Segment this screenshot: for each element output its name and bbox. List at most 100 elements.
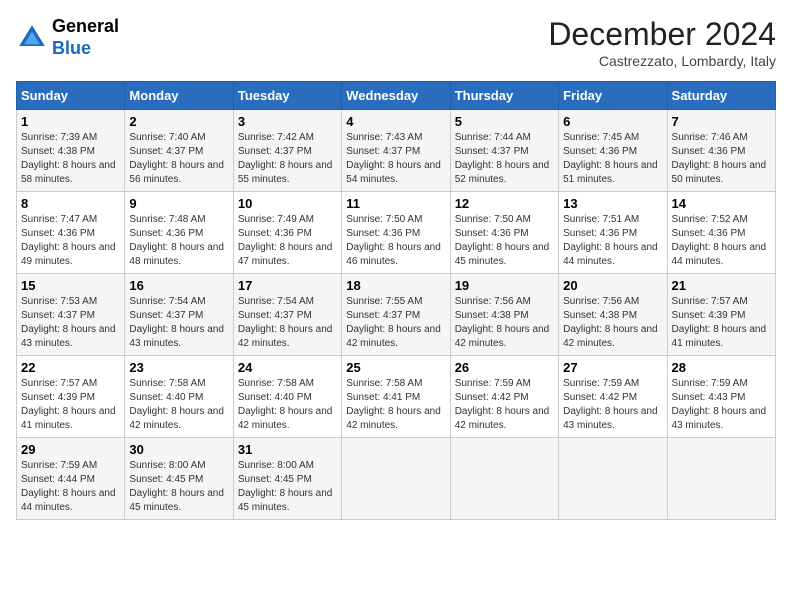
day-number: 2 [129, 114, 228, 129]
table-row: 19 Sunrise: 7:56 AM Sunset: 4:38 PM Dayl… [450, 274, 558, 356]
day-number: 19 [455, 278, 554, 293]
table-row [450, 438, 558, 520]
table-row: 20 Sunrise: 7:56 AM Sunset: 4:38 PM Dayl… [559, 274, 667, 356]
logo-icon [16, 22, 48, 54]
table-row: 30 Sunrise: 8:00 AM Sunset: 4:45 PM Dayl… [125, 438, 233, 520]
day-number: 6 [563, 114, 662, 129]
title-block: December 2024 Castrezzato, Lombardy, Ita… [548, 16, 776, 69]
day-number: 9 [129, 196, 228, 211]
day-number: 23 [129, 360, 228, 375]
table-row: 6 Sunrise: 7:45 AM Sunset: 4:36 PM Dayli… [559, 110, 667, 192]
day-info: Sunrise: 7:54 AM Sunset: 4:37 PM Dayligh… [238, 295, 337, 351]
day-number: 14 [672, 196, 771, 211]
day-number: 5 [455, 114, 554, 129]
day-info: Sunrise: 7:58 AM Sunset: 4:41 PM Dayligh… [346, 377, 445, 433]
day-number: 10 [238, 196, 337, 211]
day-number: 3 [238, 114, 337, 129]
table-row: 16 Sunrise: 7:54 AM Sunset: 4:37 PM Dayl… [125, 274, 233, 356]
table-row: 3 Sunrise: 7:42 AM Sunset: 4:37 PM Dayli… [233, 110, 341, 192]
table-row: 4 Sunrise: 7:43 AM Sunset: 4:37 PM Dayli… [342, 110, 450, 192]
column-header-tuesday: Tuesday [233, 82, 341, 110]
day-number: 21 [672, 278, 771, 293]
day-number: 8 [21, 196, 120, 211]
table-row: 15 Sunrise: 7:53 AM Sunset: 4:37 PM Dayl… [17, 274, 125, 356]
day-info: Sunrise: 7:56 AM Sunset: 4:38 PM Dayligh… [455, 295, 554, 351]
day-info: Sunrise: 7:45 AM Sunset: 4:36 PM Dayligh… [563, 131, 662, 187]
column-header-wednesday: Wednesday [342, 82, 450, 110]
table-row [667, 438, 775, 520]
table-row [559, 438, 667, 520]
table-row: 22 Sunrise: 7:57 AM Sunset: 4:39 PM Dayl… [17, 356, 125, 438]
table-row: 12 Sunrise: 7:50 AM Sunset: 4:36 PM Dayl… [450, 192, 558, 274]
day-info: Sunrise: 7:44 AM Sunset: 4:37 PM Dayligh… [455, 131, 554, 187]
day-number: 17 [238, 278, 337, 293]
day-number: 28 [672, 360, 771, 375]
day-number: 24 [238, 360, 337, 375]
day-number: 12 [455, 196, 554, 211]
day-info: Sunrise: 7:40 AM Sunset: 4:37 PM Dayligh… [129, 131, 228, 187]
table-row: 24 Sunrise: 7:58 AM Sunset: 4:40 PM Dayl… [233, 356, 341, 438]
day-info: Sunrise: 8:00 AM Sunset: 4:45 PM Dayligh… [238, 459, 337, 515]
day-info: Sunrise: 7:48 AM Sunset: 4:36 PM Dayligh… [129, 213, 228, 269]
day-info: Sunrise: 7:42 AM Sunset: 4:37 PM Dayligh… [238, 131, 337, 187]
table-row: 23 Sunrise: 7:58 AM Sunset: 4:40 PM Dayl… [125, 356, 233, 438]
column-header-monday: Monday [125, 82, 233, 110]
day-info: Sunrise: 7:51 AM Sunset: 4:36 PM Dayligh… [563, 213, 662, 269]
table-row: 14 Sunrise: 7:52 AM Sunset: 4:36 PM Dayl… [667, 192, 775, 274]
day-info: Sunrise: 7:47 AM Sunset: 4:36 PM Dayligh… [21, 213, 120, 269]
table-row: 2 Sunrise: 7:40 AM Sunset: 4:37 PM Dayli… [125, 110, 233, 192]
day-info: Sunrise: 7:55 AM Sunset: 4:37 PM Dayligh… [346, 295, 445, 351]
day-number: 30 [129, 442, 228, 457]
day-info: Sunrise: 7:56 AM Sunset: 4:38 PM Dayligh… [563, 295, 662, 351]
column-header-friday: Friday [559, 82, 667, 110]
day-info: Sunrise: 7:39 AM Sunset: 4:38 PM Dayligh… [21, 131, 120, 187]
table-row: 21 Sunrise: 7:57 AM Sunset: 4:39 PM Dayl… [667, 274, 775, 356]
table-row: 26 Sunrise: 7:59 AM Sunset: 4:42 PM Dayl… [450, 356, 558, 438]
day-number: 4 [346, 114, 445, 129]
table-row: 29 Sunrise: 7:59 AM Sunset: 4:44 PM Dayl… [17, 438, 125, 520]
day-number: 11 [346, 196, 445, 211]
month-title: December 2024 [548, 16, 776, 53]
day-info: Sunrise: 7:54 AM Sunset: 4:37 PM Dayligh… [129, 295, 228, 351]
day-number: 18 [346, 278, 445, 293]
day-number: 25 [346, 360, 445, 375]
table-row: 25 Sunrise: 7:58 AM Sunset: 4:41 PM Dayl… [342, 356, 450, 438]
day-number: 15 [21, 278, 120, 293]
table-row: 1 Sunrise: 7:39 AM Sunset: 4:38 PM Dayli… [17, 110, 125, 192]
day-info: Sunrise: 7:58 AM Sunset: 4:40 PM Dayligh… [238, 377, 337, 433]
day-info: Sunrise: 8:00 AM Sunset: 4:45 PM Dayligh… [129, 459, 228, 515]
table-row: 10 Sunrise: 7:49 AM Sunset: 4:36 PM Dayl… [233, 192, 341, 274]
column-header-thursday: Thursday [450, 82, 558, 110]
day-number: 31 [238, 442, 337, 457]
table-row: 17 Sunrise: 7:54 AM Sunset: 4:37 PM Dayl… [233, 274, 341, 356]
day-info: Sunrise: 7:59 AM Sunset: 4:44 PM Dayligh… [21, 459, 120, 515]
table-row: 31 Sunrise: 8:00 AM Sunset: 4:45 PM Dayl… [233, 438, 341, 520]
day-number: 13 [563, 196, 662, 211]
column-header-sunday: Sunday [17, 82, 125, 110]
day-info: Sunrise: 7:59 AM Sunset: 4:43 PM Dayligh… [672, 377, 771, 433]
day-info: Sunrise: 7:49 AM Sunset: 4:36 PM Dayligh… [238, 213, 337, 269]
day-number: 7 [672, 114, 771, 129]
day-info: Sunrise: 7:52 AM Sunset: 4:36 PM Dayligh… [672, 213, 771, 269]
day-info: Sunrise: 7:59 AM Sunset: 4:42 PM Dayligh… [563, 377, 662, 433]
day-number: 16 [129, 278, 228, 293]
logo: General Blue [16, 16, 119, 59]
table-row: 11 Sunrise: 7:50 AM Sunset: 4:36 PM Dayl… [342, 192, 450, 274]
day-number: 20 [563, 278, 662, 293]
day-info: Sunrise: 7:46 AM Sunset: 4:36 PM Dayligh… [672, 131, 771, 187]
table-row: 8 Sunrise: 7:47 AM Sunset: 4:36 PM Dayli… [17, 192, 125, 274]
day-info: Sunrise: 7:58 AM Sunset: 4:40 PM Dayligh… [129, 377, 228, 433]
day-number: 29 [21, 442, 120, 457]
day-info: Sunrise: 7:53 AM Sunset: 4:37 PM Dayligh… [21, 295, 120, 351]
column-header-saturday: Saturday [667, 82, 775, 110]
table-row: 18 Sunrise: 7:55 AM Sunset: 4:37 PM Dayl… [342, 274, 450, 356]
day-number: 26 [455, 360, 554, 375]
day-info: Sunrise: 7:57 AM Sunset: 4:39 PM Dayligh… [21, 377, 120, 433]
subtitle: Castrezzato, Lombardy, Italy [548, 53, 776, 69]
table-row: 28 Sunrise: 7:59 AM Sunset: 4:43 PM Dayl… [667, 356, 775, 438]
table-row: 7 Sunrise: 7:46 AM Sunset: 4:36 PM Dayli… [667, 110, 775, 192]
table-row: 9 Sunrise: 7:48 AM Sunset: 4:36 PM Dayli… [125, 192, 233, 274]
table-row: 5 Sunrise: 7:44 AM Sunset: 4:37 PM Dayli… [450, 110, 558, 192]
day-info: Sunrise: 7:57 AM Sunset: 4:39 PM Dayligh… [672, 295, 771, 351]
page-header: General Blue December 2024 Castrezzato, … [16, 16, 776, 69]
